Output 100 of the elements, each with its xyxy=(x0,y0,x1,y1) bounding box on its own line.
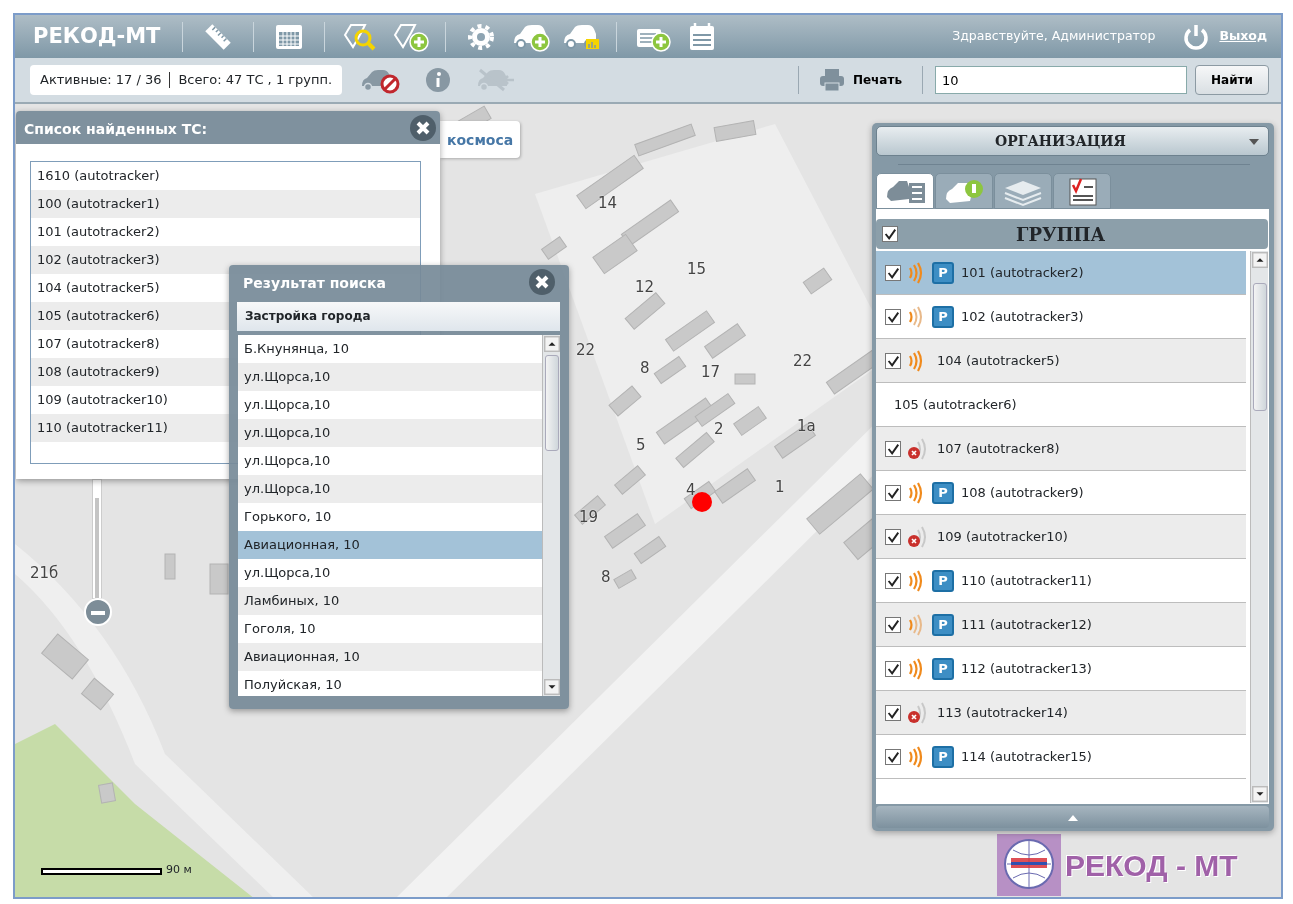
result-item[interactable]: Ламбиных, 10 xyxy=(238,587,542,615)
vehicle-row[interactable]: 104 (autotracker5) xyxy=(876,339,1246,383)
vehicle-name: 113 (autotracker14) xyxy=(937,703,1068,722)
scroll-thumb[interactable] xyxy=(1253,283,1267,411)
map-label: 8 xyxy=(601,567,611,588)
find-button[interactable]: Найти xyxy=(1195,65,1269,95)
globe-logo-icon xyxy=(997,834,1061,896)
checkbox[interactable] xyxy=(885,572,901,589)
parking-badge: P xyxy=(932,481,954,504)
map-label: 15 xyxy=(687,259,707,280)
column-header: Застройка города xyxy=(237,302,560,331)
building xyxy=(734,373,756,385)
checkbox[interactable] xyxy=(885,528,901,545)
panel-tab[interactable] xyxy=(1053,173,1111,209)
active-count: Активные: 17 / 36 xyxy=(40,71,162,90)
window-title: Список найденных ТС: xyxy=(24,120,208,139)
panel-tab[interactable] xyxy=(876,173,934,209)
total-count: Всего: 47 ТС , 1 групп. xyxy=(178,71,333,90)
parking-badge: P xyxy=(932,569,954,592)
map-label: 12 xyxy=(635,277,655,298)
checkbox[interactable] xyxy=(885,440,901,457)
vehicle-name: 108 (autotracker9) xyxy=(961,483,1084,502)
vehicle-name: 114 (autotracker15) xyxy=(961,747,1092,766)
vehicle-row[interactable]: P 101 (autotracker2) xyxy=(876,251,1246,295)
map-label: 22 xyxy=(576,340,596,361)
map-label: 17 xyxy=(701,362,721,383)
greeting-text: Здравствуйте, Администратор xyxy=(952,27,1156,46)
organization-dropdown[interactable]: ОРГАНИЗАЦИЯ xyxy=(876,126,1269,156)
parking-badge: P xyxy=(932,657,954,680)
scrollbar[interactable] xyxy=(1250,251,1268,803)
map-label: 5 xyxy=(636,435,646,456)
window-title: Результат поиска xyxy=(243,274,387,293)
checkbox[interactable] xyxy=(885,704,901,721)
search-field[interactable]: 10 xyxy=(935,66,1187,94)
checkbox[interactable] xyxy=(885,308,901,325)
vehicle-name: 105 (autotracker6) xyxy=(894,395,1017,414)
result-item[interactable]: Авиационная, 10 xyxy=(238,643,542,671)
result-item[interactable]: ул.Щорса,10 xyxy=(238,475,542,503)
vehicle-name: 110 (autotracker11) xyxy=(961,571,1092,590)
print-button[interactable]: Печать xyxy=(812,67,908,93)
list-item[interactable]: 100 (autotracker1) xyxy=(31,190,420,218)
vehicle-row[interactable]: 109 (autotracker10) xyxy=(876,515,1246,559)
result-item[interactable]: ул.Щорса,10 xyxy=(238,419,542,447)
map-label: 19 xyxy=(579,507,599,528)
map-label: 21б xyxy=(30,563,59,584)
checkbox[interactable] xyxy=(882,226,898,242)
scroll-down-icon[interactable] xyxy=(544,679,560,695)
scroll-up-icon[interactable] xyxy=(544,336,560,352)
result-item[interactable]: ул.Щорса,10 xyxy=(238,363,542,391)
map-type-tab[interactable] xyxy=(440,121,520,158)
caret-icon xyxy=(1248,138,1260,146)
list-item[interactable]: 1610 (autotracker) xyxy=(31,162,420,190)
close-button[interactable] xyxy=(529,269,555,295)
result-item[interactable]: Горького, 10 xyxy=(238,503,542,531)
vehicle-row[interactable]: 107 (autotracker8) xyxy=(876,427,1246,471)
result-item[interactable]: Полуйская, 10 xyxy=(238,671,542,696)
vehicle-row[interactable]: 113 (autotracker14) xyxy=(876,691,1246,735)
result-item[interactable]: ул.Щорса,10 xyxy=(238,559,542,587)
result-item[interactable]: Гоголя, 10 xyxy=(238,615,542,643)
result-item[interactable]: Авиационная, 10 xyxy=(238,531,542,559)
checkbox[interactable] xyxy=(885,352,901,369)
result-item[interactable]: ул.Щорса,10 xyxy=(238,447,542,475)
map-type-label[interactable]: космоса xyxy=(447,130,514,151)
map-label: 4 xyxy=(686,480,696,501)
building xyxy=(164,553,176,580)
panel-tab[interactable] xyxy=(935,173,993,209)
checkbox[interactable] xyxy=(885,484,901,501)
zoom-slider[interactable] xyxy=(92,479,102,599)
vehicle-name: 112 (autotracker13) xyxy=(961,659,1092,678)
minus-icon xyxy=(91,610,105,615)
printer-icon xyxy=(818,68,845,92)
close-button[interactable] xyxy=(410,115,436,141)
scale-label: 90 м xyxy=(166,862,192,878)
scroll-down-icon[interactable] xyxy=(1252,786,1268,802)
building xyxy=(209,563,229,595)
car-disabled-icon xyxy=(476,66,517,94)
vehicle-name: 109 (autotracker10) xyxy=(937,527,1068,546)
scrollbar[interactable] xyxy=(542,335,560,696)
organization-label: ОРГАНИЗАЦИЯ xyxy=(994,132,1127,151)
map-label: 8 xyxy=(640,358,650,379)
checkbox[interactable] xyxy=(885,748,901,765)
scroll-up-icon[interactable] xyxy=(1252,252,1268,268)
checkbox[interactable] xyxy=(885,264,901,281)
checkbox[interactable] xyxy=(885,660,901,677)
building xyxy=(98,782,116,804)
group-title: ГРУППА xyxy=(1016,222,1106,247)
map-label: 1а xyxy=(797,416,816,437)
check-icon xyxy=(883,226,897,242)
vehicle-row[interactable]: P 111 (autotracker12) xyxy=(876,603,1246,647)
app-title: РЕКОД-МТ xyxy=(33,22,161,50)
scroll-thumb[interactable] xyxy=(545,355,559,451)
parking-badge: P xyxy=(932,613,954,636)
building xyxy=(713,120,757,142)
logo-text: РЕКОД - МТ xyxy=(1065,847,1238,884)
vehicle-name: 111 (autotracker12) xyxy=(961,615,1092,634)
map-label: 2 xyxy=(714,419,724,440)
map-label: 1 xyxy=(775,477,785,498)
list-item[interactable]: 101 (autotracker2) xyxy=(31,218,420,246)
checkbox[interactable] xyxy=(885,616,901,633)
map-label: 22 xyxy=(793,351,813,372)
